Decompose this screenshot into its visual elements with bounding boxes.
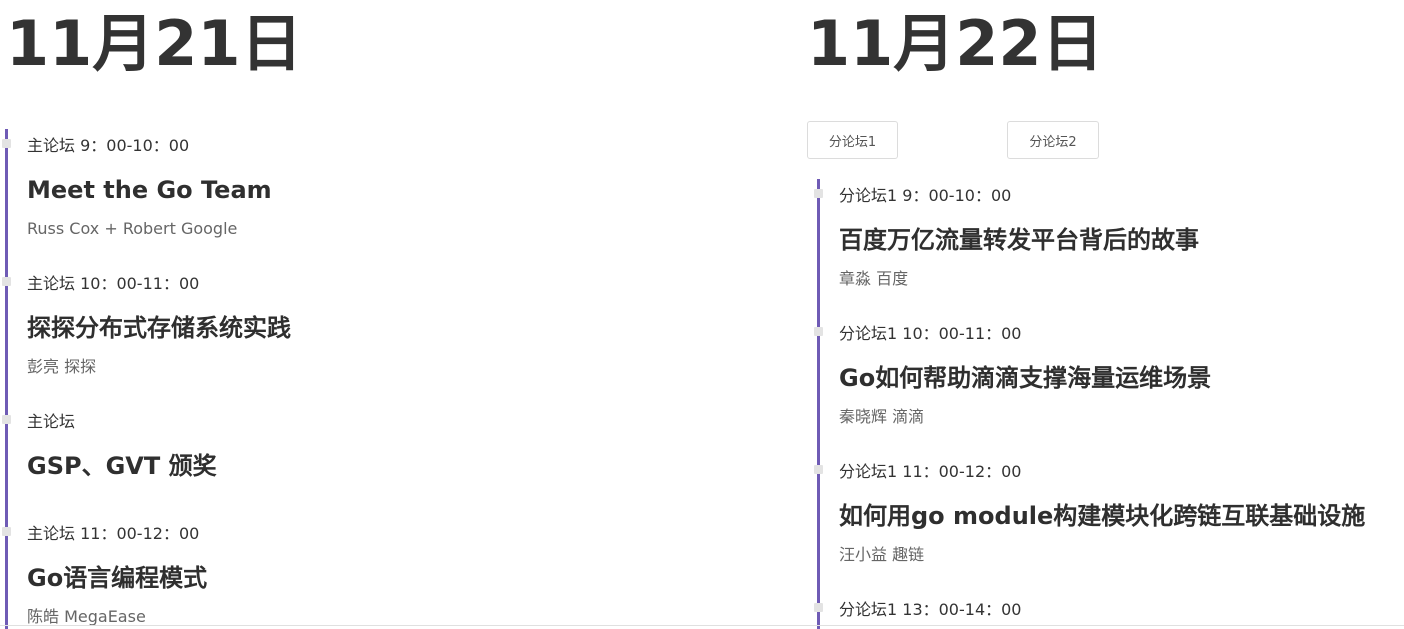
session-speaker: Russ Cox + Robert Google — [27, 219, 238, 238]
session-speaker: 章淼 百度 — [839, 269, 909, 288]
timeline-dot — [2, 277, 11, 286]
tab-track-2[interactable]: 分论坛2 — [1007, 121, 1099, 159]
session-title: Go如何帮助滴滴支撑海量运维场景 — [839, 364, 1212, 392]
day-title: 11月22日 — [807, 7, 1104, 80]
day-title: 11月21日 — [6, 7, 303, 80]
session-time: 分论坛1 11：00-12：00 — [839, 462, 1022, 481]
timeline-dot — [814, 603, 823, 612]
timeline-dot — [814, 189, 823, 198]
session-title: 探探分布式存储系统实践 — [27, 314, 291, 342]
session-time: 主论坛 — [27, 412, 76, 431]
session-title: GSP、GVT 颁奖 — [27, 452, 217, 480]
timeline-dot — [814, 327, 823, 336]
session-time: 分论坛1 13：00-14：00 — [839, 600, 1022, 619]
session-title: Meet the Go Team — [27, 176, 272, 204]
timeline-dot — [2, 527, 11, 536]
session-title: 如何用go module构建模块化跨链互联基础设施 — [839, 502, 1366, 530]
session-time: 分论坛1 9：00-10：00 — [839, 186, 1012, 205]
session-title: 百度万亿流量转发平台背后的故事 — [839, 226, 1199, 254]
session-title: Go语言编程模式 — [27, 564, 208, 592]
session-speaker: 秦晓辉 滴滴 — [839, 407, 925, 426]
timeline-dot — [2, 415, 11, 424]
agenda-page: 11月21日 主论坛 9：00-10：00 Meet the Go Team R… — [0, 0, 1404, 629]
session-speaker: 彭亮 探探 — [27, 357, 97, 376]
timeline-dot — [2, 139, 11, 148]
timeline-dot — [814, 465, 823, 474]
divider — [0, 625, 1404, 626]
session-time: 主论坛 10：00-11：00 — [27, 274, 200, 293]
track-tabs: 分论坛1 分论坛2 — [807, 121, 1207, 161]
tab-track-1[interactable]: 分论坛1 — [807, 121, 898, 159]
session-speaker: 汪小益 趣链 — [839, 545, 925, 564]
day-column-1: 11月21日 主论坛 9：00-10：00 Meet the Go Team R… — [0, 0, 800, 629]
timeline: 主论坛 9：00-10：00 Meet the Go Team Russ Cox… — [2, 129, 768, 629]
session-speaker: 陈皓 MegaEase — [27, 607, 146, 626]
day-column-2: 11月22日 分论坛1 分论坛2 分论坛1 9：00-10：00 百度万亿流量转… — [800, 0, 1404, 629]
timeline: 分论坛1 9：00-10：00 百度万亿流量转发平台背后的故事 章淼 百度 分论… — [814, 179, 1400, 629]
session-time: 主论坛 11：00-12：00 — [27, 524, 200, 543]
session-time: 分论坛1 10：00-11：00 — [839, 324, 1022, 343]
session-time: 主论坛 9：00-10：00 — [27, 136, 190, 155]
